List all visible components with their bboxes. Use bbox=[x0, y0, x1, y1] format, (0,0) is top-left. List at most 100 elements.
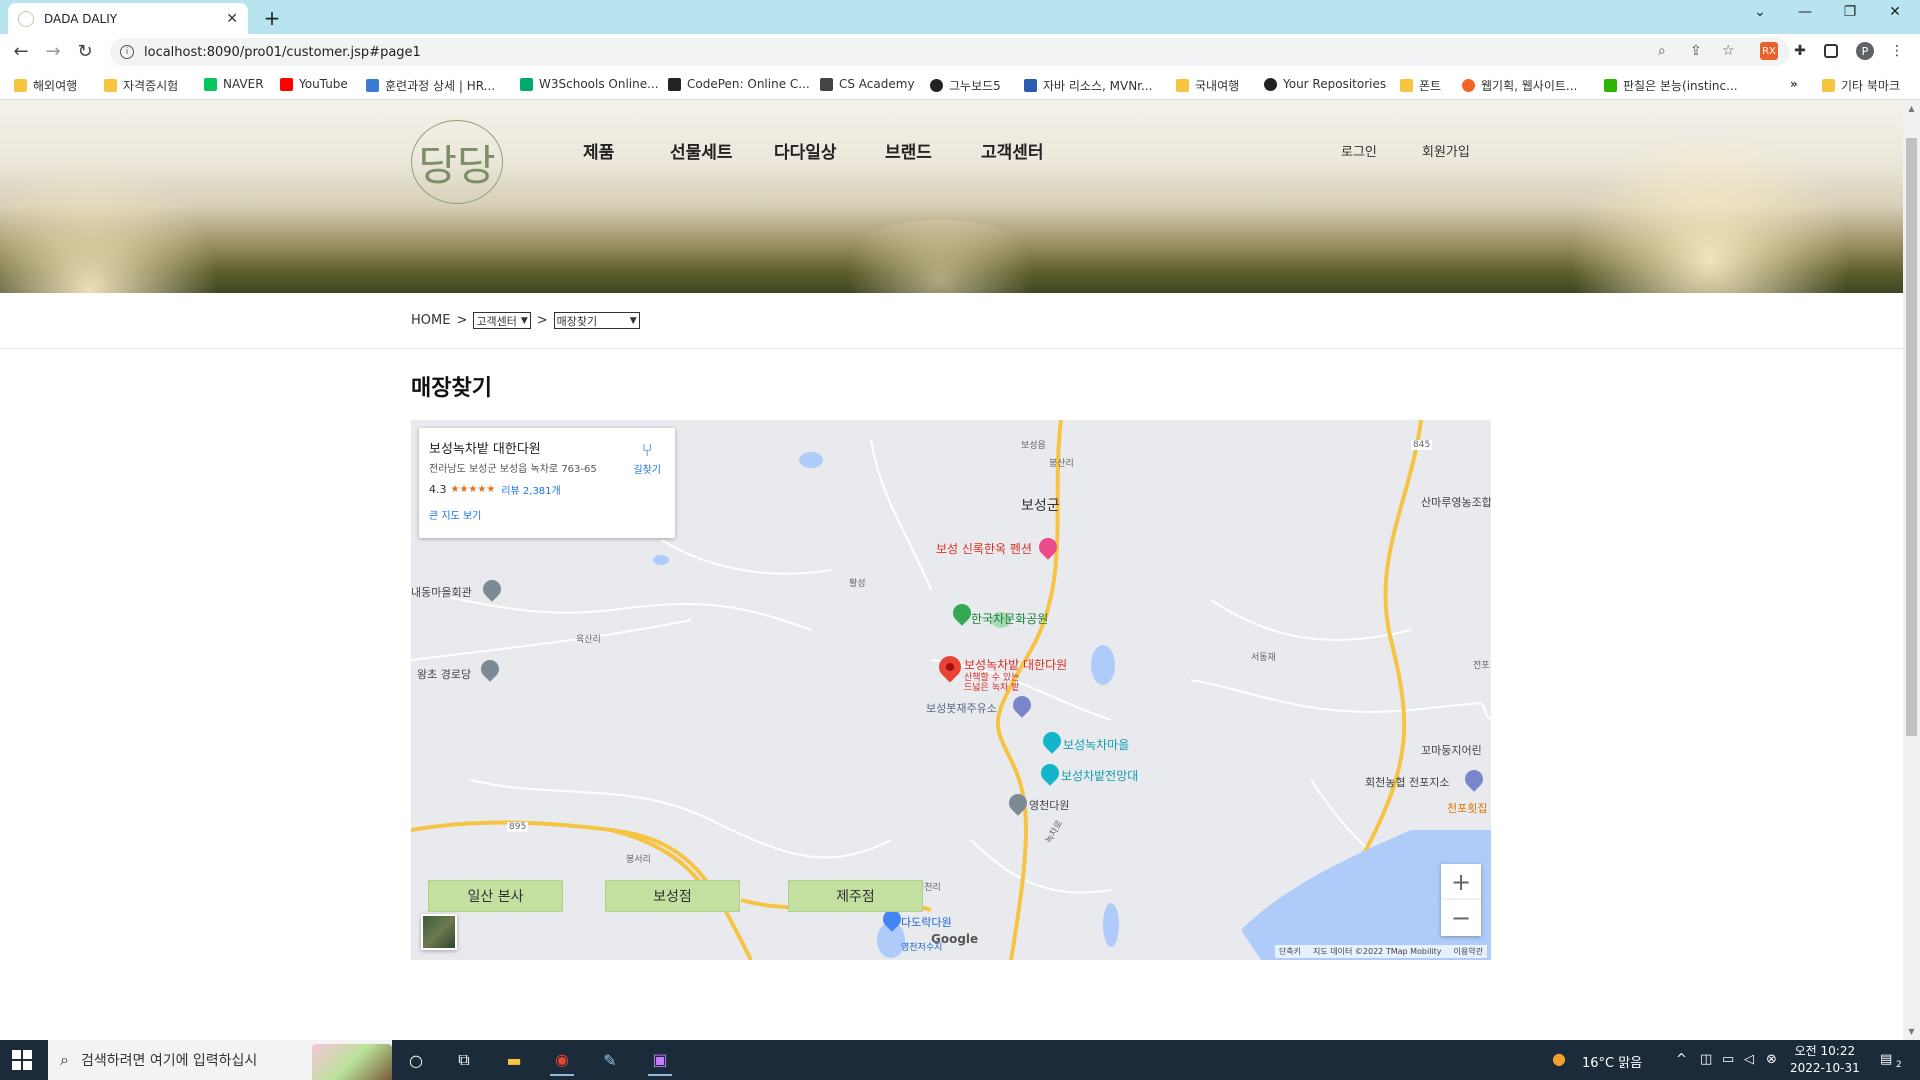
bookmark-item[interactable]: W3Schools Online... bbox=[520, 77, 659, 91]
game-app-icon[interactable]: ▣ bbox=[648, 1044, 672, 1076]
breadcrumb-home[interactable]: HOME bbox=[411, 313, 450, 328]
chrome-icon[interactable]: ◉ bbox=[550, 1044, 574, 1076]
tray-app-icon[interactable]: ◫ bbox=[1700, 1052, 1712, 1067]
nav-item-gift-sets[interactable]: 선물세트 bbox=[670, 138, 733, 163]
youtube-icon bbox=[280, 77, 293, 91]
scroll-up-icon[interactable]: ▲ bbox=[1903, 100, 1920, 117]
place-rating: 4.3 ★★★★★ 리뷰 2,381개 bbox=[429, 482, 665, 497]
bookmark-item[interactable]: CodePen: Online C... bbox=[668, 77, 810, 91]
close-tab-icon[interactable]: ✕ bbox=[226, 11, 238, 27]
extensions-puzzle-icon[interactable]: ✚ bbox=[1791, 42, 1809, 60]
breadcrumb-section-select[interactable]: 고객센터 ▼ bbox=[473, 312, 531, 329]
terms-link[interactable]: 이용약관 bbox=[1454, 946, 1483, 957]
view-larger-map-link[interactable]: 큰 지도 보기 bbox=[429, 507, 665, 522]
bookmark-item[interactable]: 국내여행 bbox=[1176, 77, 1239, 94]
bookmark-item[interactable]: 해외여행 bbox=[14, 77, 77, 94]
place-info-card: 보성녹차밭 대한다원 전라남도 보성군 보성읍 녹차로 763-65 4.3 ★… bbox=[419, 428, 675, 538]
bookmark-item[interactable]: CS Academy bbox=[820, 77, 915, 91]
site-logo[interactable]: 당당 bbox=[411, 120, 503, 204]
scrollbar-thumb[interactable] bbox=[1906, 138, 1917, 736]
site-info-icon[interactable]: i bbox=[120, 45, 134, 59]
chevron-down-icon: ▼ bbox=[520, 315, 528, 326]
file-explorer-icon[interactable]: ▬ bbox=[502, 1048, 526, 1072]
paint-app-icon[interactable]: ✎ bbox=[598, 1048, 622, 1072]
back-icon[interactable]: ← bbox=[10, 41, 32, 62]
side-panel-icon[interactable] bbox=[1824, 44, 1838, 58]
zoom-in-button[interactable]: + bbox=[1441, 864, 1481, 900]
forward-icon[interactable]: → bbox=[42, 41, 64, 62]
page-scrollbar[interactable]: ▲ ▼ bbox=[1903, 100, 1920, 1040]
extension-icon[interactable]: RX bbox=[1760, 42, 1778, 60]
bookmark-item[interactable]: NAVER bbox=[204, 77, 264, 91]
satellite-toggle-button[interactable] bbox=[421, 914, 457, 950]
store-button-boseong[interactable]: 보성점 bbox=[605, 880, 740, 912]
bookmark-item[interactable]: Your Repositories bbox=[1264, 77, 1386, 91]
map-attribution: 단축키 지도 데이터 ©2022 TMap Mobility 이용약관 bbox=[1274, 945, 1487, 958]
minimize-icon[interactable]: — bbox=[1785, 4, 1825, 20]
nav-item-dada-daily[interactable]: 다다일상 bbox=[774, 138, 837, 163]
windows-start-icon[interactable] bbox=[12, 1050, 32, 1070]
restore-icon[interactable]: ❐ bbox=[1830, 4, 1870, 20]
store-map[interactable]: 보성녹차밭 대한다원 전라남도 보성군 보성읍 녹차로 763-65 4.3 ★… bbox=[411, 420, 1491, 960]
ime-icon[interactable]: ⊗ bbox=[1766, 1052, 1777, 1067]
bookmark-star-icon[interactable]: ☆ bbox=[1722, 43, 1735, 59]
weather-icon: ● bbox=[1552, 1049, 1566, 1068]
nav-item-products[interactable]: 제품 bbox=[583, 138, 614, 163]
login-link[interactable]: 로그인 bbox=[1341, 141, 1377, 160]
bookmark-item[interactable]: 자격증시험 bbox=[104, 77, 178, 94]
taskbar-search-input[interactable]: ⌕ 검색하려면 여기에 입력하십시 bbox=[48, 1040, 392, 1080]
map-label: 서동재 bbox=[1251, 653, 1276, 663]
reload-icon[interactable]: ↻ bbox=[74, 41, 96, 62]
tray-overflow-icon[interactable]: ^ bbox=[1676, 1052, 1687, 1067]
folder-icon bbox=[14, 79, 27, 92]
new-tab-icon[interactable]: + bbox=[260, 6, 284, 30]
folder-icon bbox=[1822, 79, 1835, 92]
cortana-icon[interactable]: ○ bbox=[404, 1048, 428, 1072]
bookmark-item[interactable]: 웹기획, 웹사이트... bbox=[1462, 77, 1577, 94]
profile-avatar[interactable]: P bbox=[1856, 42, 1874, 60]
zoom-icon[interactable]: ⌕ bbox=[1658, 43, 1666, 59]
w3schools-icon bbox=[520, 77, 533, 91]
tab-search-icon[interactable]: ⌄ bbox=[1740, 4, 1780, 20]
review-count-link[interactable]: 리뷰 2,381개 bbox=[501, 482, 560, 497]
zoom-out-button[interactable]: − bbox=[1441, 900, 1481, 936]
breadcrumb-divider bbox=[0, 348, 1903, 349]
task-view-icon[interactable]: ⧉ bbox=[452, 1048, 476, 1072]
bookmark-item[interactable]: 훈련과정 상세 | HR... bbox=[366, 77, 495, 94]
map-label: 영천다원 bbox=[1029, 799, 1070, 812]
bookmark-item[interactable]: 판칠은 본능(instinc... bbox=[1604, 77, 1738, 94]
scroll-down-icon[interactable]: ▼ bbox=[1903, 1023, 1920, 1040]
network-icon[interactable]: ▭ bbox=[1722, 1052, 1734, 1067]
route-shield: 895 bbox=[507, 822, 529, 832]
chevron-down-icon: ▼ bbox=[629, 315, 637, 326]
store-button-ilsan[interactable]: 일산 본사 bbox=[428, 880, 563, 912]
nav-item-customer-center[interactable]: 고객센터 bbox=[981, 138, 1044, 163]
signup-link[interactable]: 회원가입 bbox=[1422, 141, 1470, 160]
folder-icon bbox=[1400, 79, 1413, 92]
directions-button[interactable]: ⑂ 길찾기 bbox=[633, 440, 661, 476]
browser-menu-icon[interactable]: ⋮ bbox=[1888, 42, 1906, 60]
bookmark-item[interactable]: 그누보드5 bbox=[930, 77, 1001, 94]
keyboard-shortcuts-link[interactable]: 단축키 bbox=[1279, 946, 1301, 957]
bookmark-item[interactable]: YouTube bbox=[280, 77, 348, 91]
weather-text[interactable]: 16°C 맑음 bbox=[1582, 1052, 1642, 1071]
breadcrumb-page-select[interactable]: 매장찾기 ▼ bbox=[553, 312, 640, 329]
map-label: 보성봇재주유소 bbox=[926, 702, 997, 715]
browser-tab[interactable]: DADA DALIY ✕ bbox=[8, 3, 248, 34]
nav-item-brand[interactable]: 브랜드 bbox=[885, 138, 932, 163]
store-button-jeju[interactable]: 제주점 bbox=[788, 880, 923, 912]
bookmark-item[interactable]: 자바 리소스, MVNr... bbox=[1024, 77, 1152, 94]
rating-value: 4.3 bbox=[429, 483, 447, 496]
close-window-icon[interactable]: ✕ bbox=[1875, 4, 1915, 20]
notification-center-icon[interactable]: ▤ bbox=[1880, 1052, 1892, 1067]
volume-muted-icon[interactable]: ◁ bbox=[1744, 1052, 1754, 1067]
web-planning-icon bbox=[1462, 79, 1475, 92]
mvn-icon bbox=[1024, 79, 1037, 92]
share-icon[interactable]: ⇪ bbox=[1690, 43, 1702, 59]
bookmarks-overflow-icon[interactable]: » bbox=[1790, 77, 1798, 91]
system-clock[interactable]: 오전 10:22 2022-10-31 bbox=[1790, 1043, 1860, 1077]
address-bar[interactable]: i localhost:8090/pro01/customer.jsp#page… bbox=[110, 38, 1790, 66]
bookmark-item[interactable]: 기타 북마크 bbox=[1822, 77, 1900, 94]
bookmark-item[interactable]: 폰트 bbox=[1400, 77, 1441, 94]
map-label: 보성녹차마을 bbox=[1063, 738, 1130, 752]
